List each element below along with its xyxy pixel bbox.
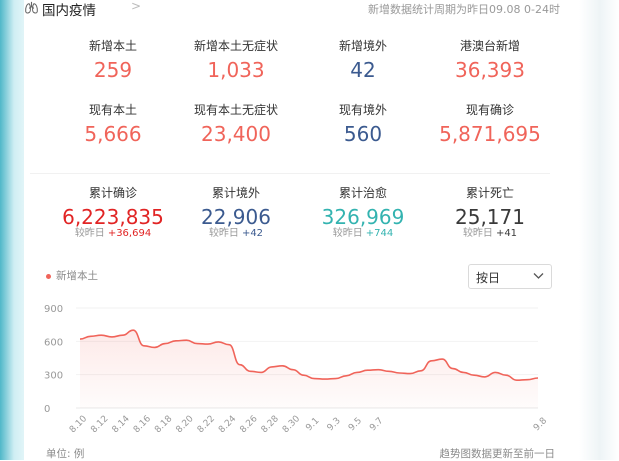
stat-label: 现有确诊 — [465, 103, 514, 117]
chevron-down-icon[interactable] — [533, 272, 544, 280]
stat-label: 累计境外 — [211, 186, 260, 200]
stat-value: 36,393 — [455, 58, 525, 82]
x-tick-label: 8.16 — [132, 414, 153, 435]
chevron-right-icon[interactable]: > — [131, 0, 141, 13]
x-tick-label: 9.5 — [347, 416, 364, 433]
x-tick-label: 9.3 — [326, 416, 343, 433]
x-tick-label: 8.10 — [68, 414, 89, 435]
stat-label: 累计治愈 — [338, 186, 387, 200]
unit-label: 单位: 例 — [46, 448, 85, 460]
stat-value: 5,871,695 — [439, 122, 541, 146]
stat-delta-line: 较昨日 +744 — [298, 228, 428, 240]
y-tick-label: 900 — [44, 304, 63, 315]
stat-label: 新增境外 — [338, 39, 387, 53]
delta-prefix: 较昨日 — [332, 228, 363, 239]
stat-value: 25,171 — [455, 205, 525, 229]
stat-total-deaths: 累计死亡 25,171 较昨日 +41 — [425, 186, 555, 240]
delta-value: +41 — [495, 228, 518, 239]
delta-value: +36,694 — [107, 228, 152, 239]
x-tick-label: 8.24 — [217, 414, 238, 435]
stat-delta-line: 较昨日 +41 — [425, 228, 555, 240]
x-tick-label: 9.1 — [304, 416, 321, 433]
stat-value: 23,400 — [201, 122, 271, 146]
delta-value: +744 — [365, 228, 394, 239]
x-tick-label: 8.22 — [196, 414, 217, 435]
x-tick-label: 9.7 — [368, 416, 385, 433]
stat-label: 港澳台新增 — [459, 39, 520, 53]
stat-new-hk-macau-taiwan: 港澳台新增 36,393 — [425, 39, 555, 83]
stat-value: 6,223,835 — [62, 205, 164, 229]
stat-new-imported: 新增境外 42 — [298, 39, 428, 83]
delta-value: +42 — [241, 228, 264, 239]
stat-total-recovered: 累计治愈 326,969 较昨日 +744 — [298, 186, 428, 240]
stat-value: 22,906 — [201, 205, 271, 229]
stat-current-local: 现有本土 5,666 — [48, 103, 178, 147]
chart-legend[interactable]: 新增本土 — [46, 268, 98, 283]
stat-value: 1,033 — [207, 58, 265, 82]
stat-new-local: 新增本土 259 — [48, 39, 178, 83]
stat-label: 新增本土 — [88, 39, 137, 53]
delta-prefix: 较昨日 — [74, 228, 105, 239]
legend-label: 新增本土 — [56, 270, 98, 282]
stat-value: 259 — [93, 58, 133, 82]
y-tick-label: 300 — [44, 371, 63, 382]
x-tick-label: 9.8 — [532, 416, 549, 433]
legend-dot — [46, 273, 51, 279]
stat-value: 5,666 — [84, 122, 142, 146]
stat-label: 累计死亡 — [465, 186, 514, 200]
stat-label: 累计确诊 — [88, 186, 137, 200]
stat-label: 现有境外 — [338, 103, 387, 117]
series-area-fill — [80, 330, 538, 408]
y-tick-label: 0 — [44, 404, 50, 415]
stat-label: 现有本土无症状 — [193, 103, 278, 117]
lungs-icon — [25, 1, 38, 14]
x-tick-label: 8.20 — [174, 414, 195, 435]
section-title[interactable]: 国内疫情 — [42, 0, 96, 19]
x-tick-label: 8.28 — [260, 414, 281, 435]
delta-prefix: 较昨日 — [462, 228, 493, 239]
stat-value: 560 — [343, 122, 383, 146]
stat-current-imported: 现有境外 560 — [298, 103, 428, 147]
stat-new-local-asymptomatic: 新增本土无症状 1,033 — [171, 39, 301, 83]
stat-current-local-asymptomatic: 现有本土无症状 23,400 — [171, 103, 301, 147]
x-tick-label: 8.14 — [111, 414, 132, 435]
range-select[interactable]: 按日 — [468, 264, 552, 289]
trend-chart: 0300600900 8.10 8.12 8.14 8.16 8.18 8.20 8.22 8… — [44, 304, 549, 435]
stat-value: 326,969 — [321, 205, 405, 229]
y-tick-label: 600 — [44, 337, 63, 348]
stat-value: 42 — [350, 58, 376, 82]
x-tick-label: 8.18 — [153, 414, 174, 435]
delta-prefix: 较昨日 — [208, 228, 239, 239]
stat-label: 新增本土无症状 — [193, 39, 278, 53]
period-note: 新增数据统计周期为昨日09.08 0-24时 — [368, 3, 560, 16]
stat-delta-line: 较昨日 +42 — [171, 228, 301, 240]
x-tick-label: 8.12 — [89, 414, 110, 435]
update-note: 趋势图数据更新至前一日 — [439, 448, 556, 460]
x-tick-label: 8.26 — [238, 414, 259, 435]
stat-current-confirmed: 现有确诊 5,871,695 — [425, 103, 555, 147]
divider — [30, 173, 550, 174]
stat-total-confirmed: 累计确诊 6,223,835 较昨日 +36,694 — [48, 186, 178, 240]
stat-label: 现有本土 — [88, 103, 137, 117]
x-tick-label: 8.30 — [281, 414, 302, 435]
stat-total-imported: 累计境外 22,906 较昨日 +42 — [171, 186, 301, 240]
card-header[interactable]: 国内疫情 > 新增数据统计周期为昨日09.08 0-24时 — [24, 0, 560, 19]
range-select-value[interactable]: 按日 — [476, 269, 500, 286]
